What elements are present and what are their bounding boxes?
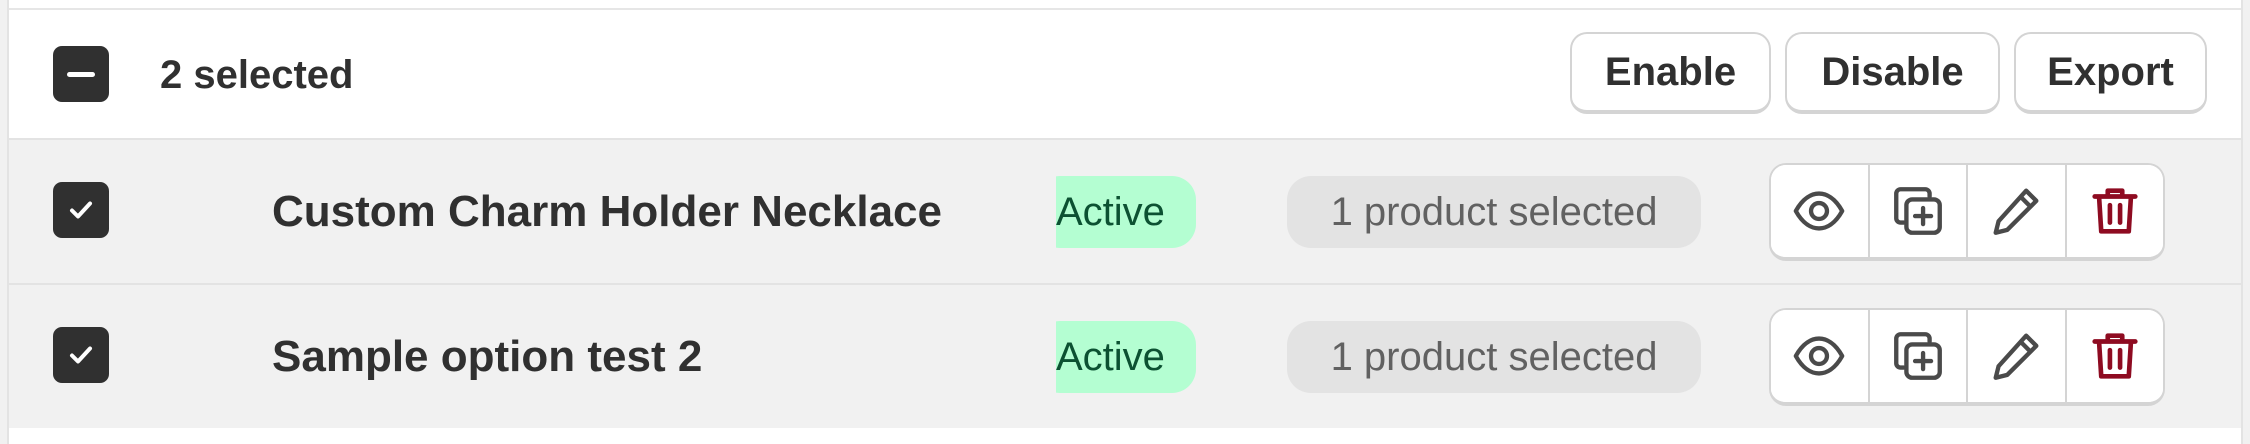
select-all-checkbox[interactable]: [53, 46, 109, 102]
row-actions: [1769, 163, 2165, 261]
view-button[interactable]: [1771, 310, 1870, 402]
checkmark-icon: [70, 201, 92, 219]
row-checkbox[interactable]: [53, 327, 109, 383]
eye-icon: [1793, 191, 1845, 231]
bulk-actions-bar: 2 selected Enable Disable Export: [9, 10, 2241, 138]
trash-icon: [2092, 333, 2138, 379]
row-actions: [1769, 308, 2165, 406]
row-checkbox[interactable]: [53, 182, 109, 238]
duplicate-icon: [1893, 187, 1942, 235]
selected-count: 2 selected: [160, 53, 354, 97]
option-name[interactable]: Sample option test 2: [272, 335, 702, 379]
delete-button[interactable]: [2066, 310, 2163, 402]
status-badge: Active: [1056, 321, 1196, 393]
eye-icon: [1793, 336, 1845, 376]
products-badge: 1 product selected: [1287, 176, 1701, 248]
delete-button[interactable]: [2066, 165, 2163, 257]
enable-button[interactable]: Enable: [1570, 32, 1771, 114]
indeterminate-icon: [67, 71, 95, 77]
status-cell: Active: [1056, 321, 1196, 393]
edit-button[interactable]: [1968, 310, 2067, 402]
options-table: 2 selected Enable Disable Export Custom …: [7, 0, 2243, 444]
table-row[interactable]: Sample option test 2 Active 1 product se…: [9, 283, 2241, 428]
disable-button[interactable]: Disable: [1785, 32, 2000, 114]
option-name[interactable]: Custom Charm Holder Necklace: [272, 190, 942, 234]
duplicate-icon: [1893, 332, 1942, 380]
products-badge: 1 product selected: [1287, 321, 1701, 393]
view-button[interactable]: [1771, 165, 1870, 257]
edit-button[interactable]: [1968, 165, 2067, 257]
duplicate-button[interactable]: [1869, 310, 1968, 402]
export-button[interactable]: Export: [2014, 32, 2207, 114]
checkmark-icon: [70, 346, 92, 364]
duplicate-button[interactable]: [1869, 165, 1968, 257]
table-row[interactable]: Custom Charm Holder Necklace Active 1 pr…: [9, 138, 2241, 283]
pencil-icon: [1993, 333, 2039, 380]
status-badge: Active: [1056, 176, 1196, 248]
status-cell: Active: [1056, 176, 1196, 248]
pencil-icon: [1993, 188, 2039, 235]
trash-icon: [2092, 188, 2138, 234]
